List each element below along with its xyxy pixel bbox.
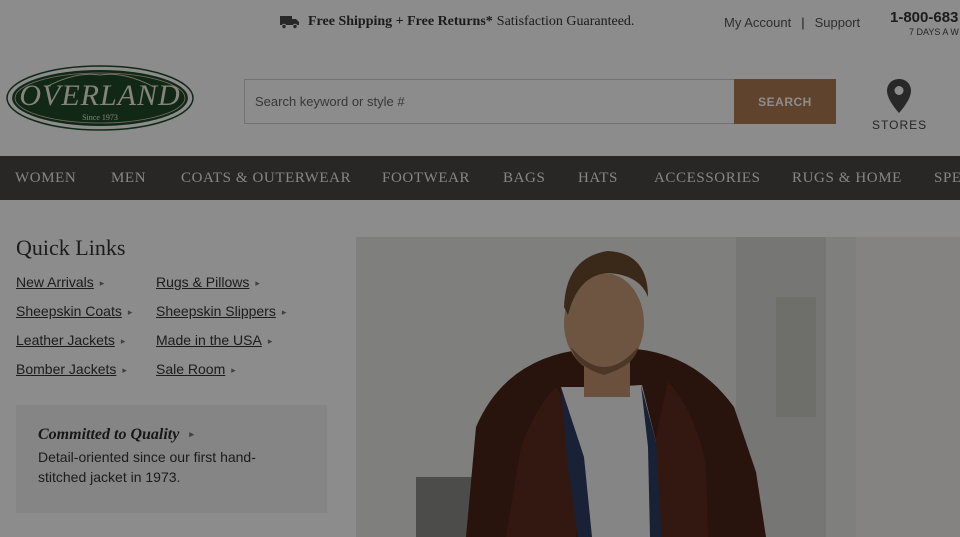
modal-backdrop[interactable] (0, 0, 960, 537)
